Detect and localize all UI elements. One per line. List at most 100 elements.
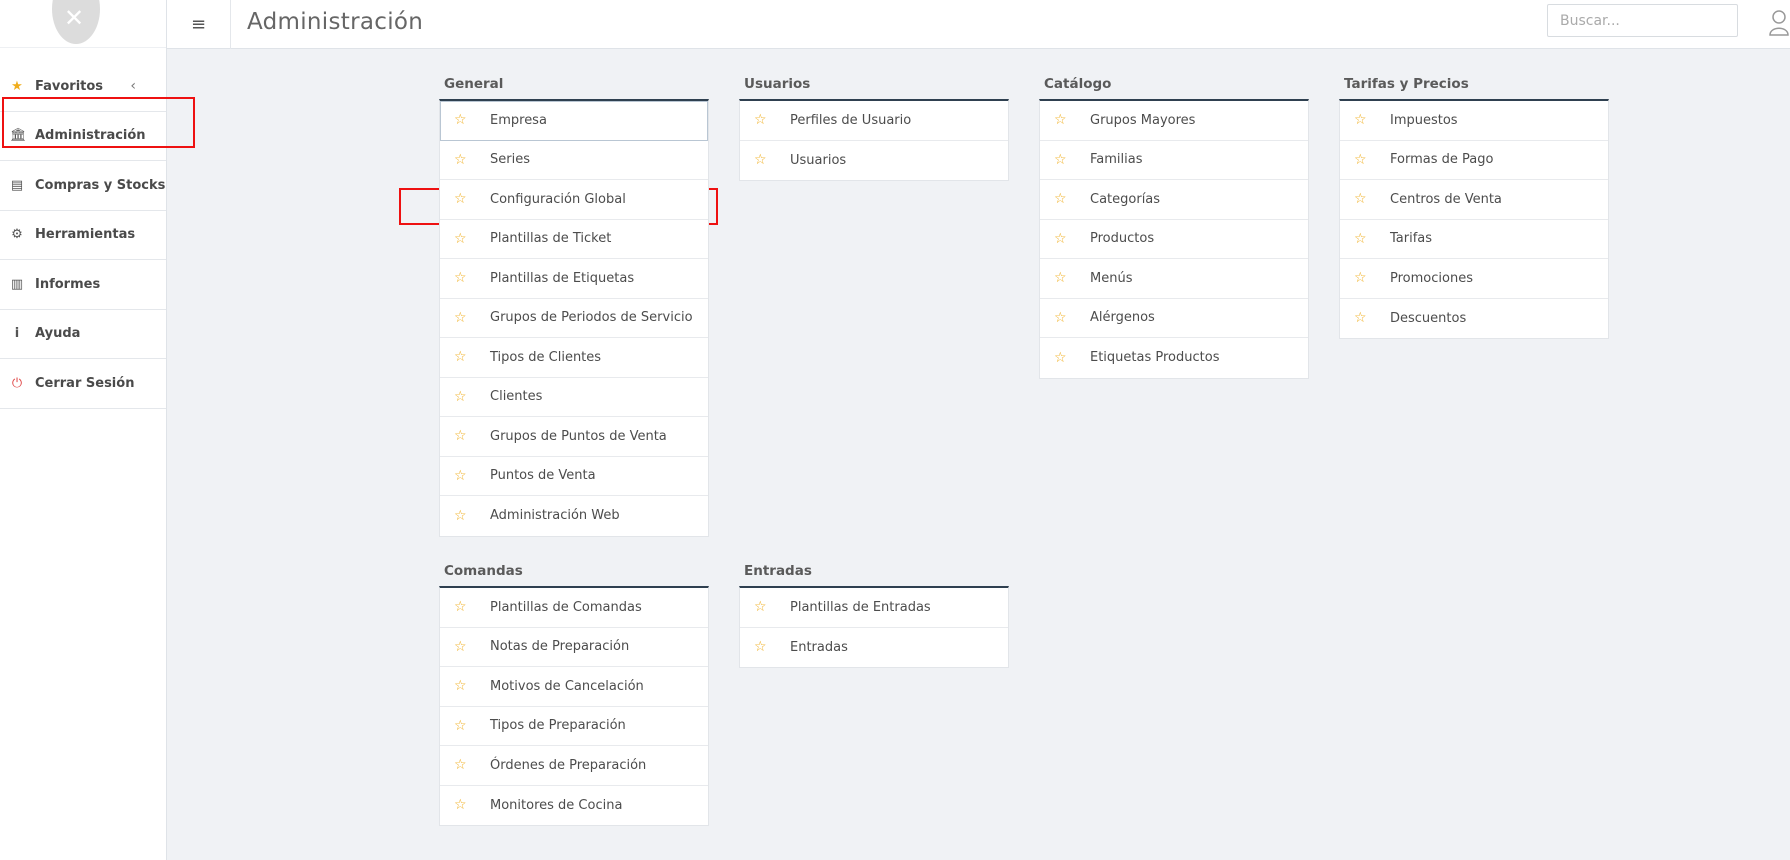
list-item-entradas[interactable]: ☆ Entradas (740, 628, 1008, 668)
sidebar-item-compras-stocks[interactable]: ▤ Compras y Stocks (0, 161, 166, 211)
list-item-clientes[interactable]: ☆ Clientes (440, 378, 708, 417)
list-item-alergenos[interactable]: ☆ Alérgenos (1040, 299, 1308, 338)
list-item-categorias[interactable]: ☆ Categorías (1040, 180, 1308, 220)
star-outline-icon[interactable]: ☆ (454, 468, 470, 484)
list-item-label: Menús (1090, 270, 1133, 286)
list-item-ordenes-preparacion[interactable]: ☆ Órdenes de Preparación (440, 746, 708, 786)
star-outline-icon[interactable]: ☆ (454, 718, 470, 734)
star-outline-icon[interactable]: ☆ (1354, 310, 1370, 326)
chevron-left-icon[interactable]: ‹ (130, 78, 136, 94)
section-list: ☆ Empresa ☆ Series ☆ Configuración Global ☆… (439, 99, 709, 537)
star-outline-icon[interactable]: ☆ (1354, 152, 1370, 168)
section-title: Usuarios (744, 76, 811, 92)
list-item-administracion-web[interactable]: ☆ Administración Web (440, 496, 708, 536)
list-item-productos[interactable]: ☆ Productos (1040, 220, 1308, 259)
list-item-tipos-clientes[interactable]: ☆ Tipos de Clientes (440, 338, 708, 378)
list-item-puntos-venta[interactable]: ☆ Puntos de Venta (440, 457, 708, 496)
star-outline-icon[interactable]: ☆ (454, 349, 470, 365)
list-item-descuentos[interactable]: ☆ Descuentos (1340, 299, 1608, 339)
star-outline-icon[interactable]: ☆ (1054, 270, 1070, 286)
list-item-tipos-preparacion[interactable]: ☆ Tipos de Preparación (440, 707, 708, 746)
star-outline-icon[interactable]: ☆ (1054, 191, 1070, 207)
list-item-label: Grupos de Periodos de Servicio (490, 310, 693, 326)
section-general: General ☆ Empresa ☆ Series ☆ Configuración … (439, 75, 709, 537)
star-outline-icon[interactable]: ☆ (1054, 350, 1070, 366)
star-outline-icon[interactable]: ☆ (454, 270, 470, 286)
list-item-grupos-mayores[interactable]: ☆ Grupos Mayores (1040, 101, 1308, 141)
list-item-promociones[interactable]: ☆ Promociones (1340, 259, 1608, 299)
sidebar-item-herramientas[interactable]: ⚙ Herramientas (0, 211, 166, 260)
search-input[interactable] (1547, 4, 1738, 37)
star-outline-icon[interactable]: ☆ (454, 797, 470, 813)
star-outline-icon[interactable]: ☆ (1054, 112, 1070, 128)
sidebar-item-cerrar-sesion[interactable]: ⏻ Cerrar Sesión (0, 359, 166, 409)
sidebar-item-label: Informes (35, 276, 101, 292)
section-title: General (444, 76, 504, 92)
list-item-grupos-puntos-venta[interactable]: ☆ Grupos de Puntos de Venta (440, 417, 708, 457)
section-entradas: Entradas ☆ Plantillas de Entradas ☆ Entrad… (739, 562, 1009, 668)
star-outline-icon[interactable]: ☆ (454, 191, 470, 207)
star-outline-icon[interactable]: ☆ (454, 678, 470, 694)
list-item-empresa[interactable]: ☆ Empresa (440, 101, 708, 141)
sidebar-item-favoritos[interactable]: ★ Favoritos ‹ (0, 62, 166, 112)
list-item-plantillas-comandas[interactable]: ☆ Plantillas de Comandas (440, 588, 708, 628)
list-item-impuestos[interactable]: ☆ Impuestos (1340, 101, 1608, 141)
list-item-formas-pago[interactable]: ☆ Formas de Pago (1340, 141, 1608, 180)
star-outline-icon[interactable]: ☆ (454, 310, 470, 326)
list-item-centros-venta[interactable]: ☆ Centros de Venta (1340, 180, 1608, 220)
star-outline-icon[interactable]: ☆ (454, 112, 470, 128)
star-outline-icon[interactable]: ☆ (754, 112, 770, 128)
sidebar-item-administracion[interactable]: 🏛 Administración (0, 112, 166, 161)
star-outline-icon[interactable]: ☆ (754, 152, 770, 168)
list-item-label: Plantillas de Entradas (790, 599, 931, 615)
list-item-label: Plantillas de Ticket (490, 231, 612, 247)
star-outline-icon[interactable]: ☆ (1054, 231, 1070, 247)
star-outline-icon[interactable]: ☆ (454, 599, 470, 615)
section-title: Comandas (444, 563, 523, 579)
star-outline-icon[interactable]: ☆ (454, 152, 470, 168)
star-outline-icon[interactable]: ☆ (1354, 231, 1370, 247)
section-list: ☆ Impuestos ☆ Formas de Pago ☆ Centros de V… (1339, 99, 1609, 339)
list-item-etiquetas-productos[interactable]: ☆ Etiquetas Productos (1040, 338, 1308, 378)
star-outline-icon[interactable]: ☆ (454, 428, 470, 444)
list-item-monitores-cocina[interactable]: ☆ Monitores de Cocina (440, 786, 708, 826)
sidebar-item-informes[interactable]: ▥ Informes (0, 260, 166, 310)
list-item-motivos-cancelacion[interactable]: ☆ Motivos de Cancelación (440, 667, 708, 707)
list-item-configuracion-global[interactable]: ☆ Configuración Global (440, 180, 708, 220)
list-item-label: Plantillas de Comandas (490, 599, 642, 615)
list-item-plantillas-etiquetas[interactable]: ☆ Plantillas de Etiquetas (440, 259, 708, 299)
list-item-grupos-periodos[interactable]: ☆ Grupos de Periodos de Servicio (440, 299, 708, 338)
star-outline-icon[interactable]: ☆ (754, 599, 770, 615)
user-icon[interactable] (1768, 8, 1790, 36)
star-outline-icon[interactable]: ☆ (454, 639, 470, 655)
gears-icon: ⚙ (11, 227, 23, 243)
sidebar-item-ayuda[interactable]: i Ayuda (0, 310, 166, 359)
list-item-label: Alérgenos (1090, 310, 1155, 326)
hamburger-menu-icon[interactable]: ≡ (167, 0, 231, 49)
star-outline-icon[interactable]: ☆ (454, 508, 470, 524)
list-item-label: Formas de Pago (1390, 152, 1494, 168)
star-outline-icon[interactable]: ☆ (1354, 112, 1370, 128)
list-item-plantillas-ticket[interactable]: ☆ Plantillas de Ticket (440, 220, 708, 259)
star-outline-icon[interactable]: ☆ (1054, 152, 1070, 168)
list-item-perfiles-usuario[interactable]: ☆ Perfiles de Usuario (740, 101, 1008, 141)
list-item-series[interactable]: ☆ Series (440, 141, 708, 180)
section-list: ☆ Plantillas de Comandas ☆ Notas de Prepar… (439, 586, 709, 826)
section-catalogo: Catálogo ☆ Grupos Mayores ☆ Familias ☆ Cate… (1039, 75, 1309, 379)
star-outline-icon[interactable]: ☆ (1054, 310, 1070, 326)
list-item-plantillas-entradas[interactable]: ☆ Plantillas de Entradas (740, 588, 1008, 628)
bank-icon: 🏛 (10, 128, 27, 144)
list-item-usuarios[interactable]: ☆ Usuarios (740, 141, 1008, 181)
star-outline-icon[interactable]: ☆ (1354, 270, 1370, 286)
star-outline-icon[interactable]: ☆ (454, 389, 470, 405)
list-item-notas-preparacion[interactable]: ☆ Notas de Preparación (440, 628, 708, 667)
list-item-label: Motivos de Cancelación (490, 678, 644, 694)
star-outline-icon[interactable]: ☆ (454, 757, 470, 773)
list-item-label: Administración Web (490, 508, 620, 524)
list-item-menus[interactable]: ☆ Menús (1040, 259, 1308, 299)
star-outline-icon[interactable]: ☆ (454, 231, 470, 247)
list-item-tarifas[interactable]: ☆ Tarifas (1340, 220, 1608, 259)
star-outline-icon[interactable]: ☆ (754, 639, 770, 655)
star-outline-icon[interactable]: ☆ (1354, 191, 1370, 207)
list-item-familias[interactable]: ☆ Familias (1040, 141, 1308, 180)
